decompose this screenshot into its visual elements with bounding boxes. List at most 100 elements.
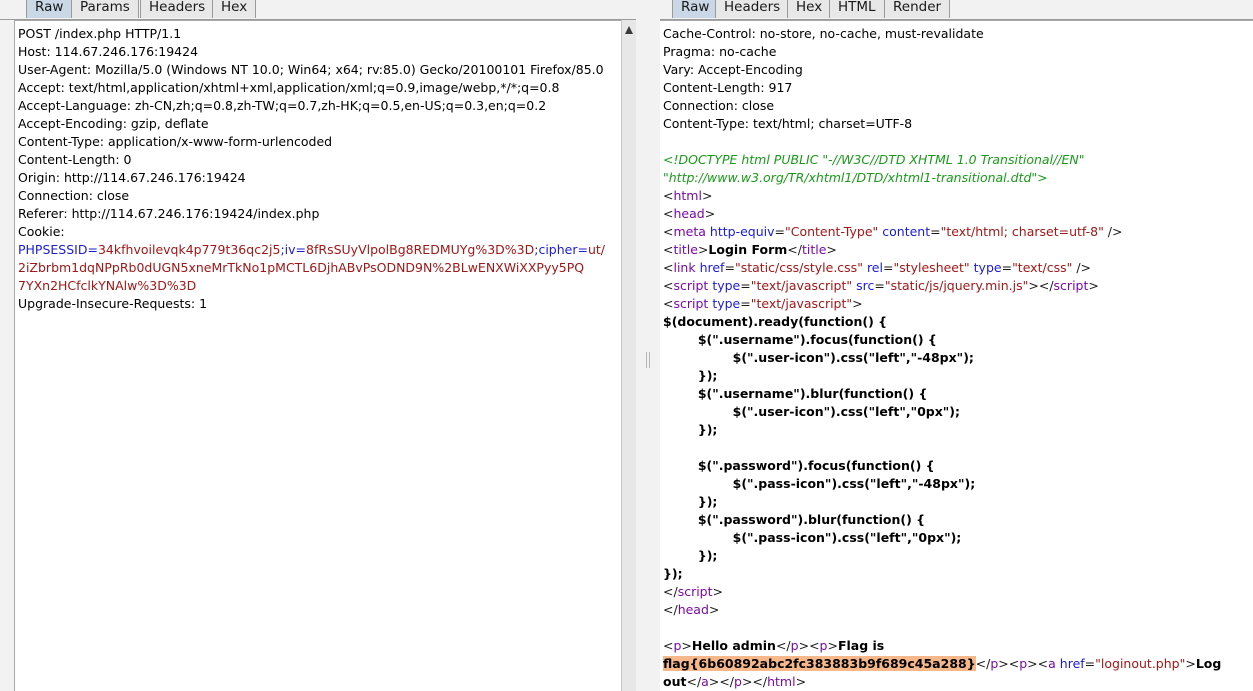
request-editor[interactable]: POST /index.php HTTP/1.1 Host: 114.67.24… <box>14 20 621 691</box>
code-token: </ <box>752 674 768 689</box>
split-divider-grip-icon[interactable] <box>646 352 650 368</box>
code-token: > <box>798 638 810 653</box>
code-token: "text/javascript" <box>750 296 853 311</box>
js-line: $(".password").focus(function() { <box>663 458 935 473</box>
code-token: > <box>741 674 753 689</box>
cookie-value-cipher-end: 7YXn2HCfclkYNAlw%3D%3D <box>18 278 197 293</box>
hello-text: Hello admin <box>691 638 776 653</box>
code-token: </ <box>686 674 702 689</box>
code-token: content <box>882 224 931 239</box>
code-token: > <box>852 296 863 311</box>
js-line: }); <box>663 368 718 383</box>
code-token: = <box>724 260 735 275</box>
code-token: html <box>673 188 702 203</box>
code-token: script <box>1053 278 1089 293</box>
code-token: a <box>1048 656 1056 671</box>
js-line: }); <box>663 548 718 563</box>
tab-request-headers[interactable]: Headers <box>140 0 215 18</box>
request-line: Accept: text/html,application/xhtml+xml,… <box>18 80 560 95</box>
code-token: < <box>663 188 674 203</box>
code-token: "loginout.php" <box>1095 656 1186 671</box>
code-token: < <box>663 224 674 239</box>
cookie-value-cipher: ut/ <box>587 242 606 257</box>
code-token: "static/js/jquery.min.js" <box>884 278 1029 293</box>
request-scrollbar[interactable] <box>621 20 636 691</box>
request-line: Host: 114.67.246.176:19424 <box>18 44 199 59</box>
request-line: Connection: close <box>18 188 130 203</box>
code-token: head <box>673 206 705 221</box>
title-tag-line: <title>Login Form</title> <box>663 241 1249 259</box>
response-header-line: Cache-Control: no-store, no-cache, must-… <box>663 26 984 41</box>
code-token: link <box>673 260 696 275</box>
js-line: $(".username").focus(function() { <box>663 332 937 347</box>
code-token: > <box>795 674 807 689</box>
tab-response-html[interactable]: HTML <box>829 0 885 18</box>
code-token: > <box>697 242 709 257</box>
code-token: = <box>882 260 894 275</box>
code-token: = <box>740 296 751 311</box>
js-line: $(document).ready(function() { <box>663 314 888 329</box>
code-token: > <box>708 602 720 617</box>
request-line: Accept-Encoding: gzip, deflate <box>18 116 209 131</box>
response-editor[interactable]: Cache-Control: no-store, no-cache, must-… <box>660 20 1253 691</box>
code-token: "Content-Type" <box>784 224 879 239</box>
code-token: </ <box>1038 278 1054 293</box>
tab-response-hex[interactable]: Hex <box>787 0 832 18</box>
code-token: script <box>677 584 713 599</box>
response-pane: Raw Headers Hex HTML Render Cache-Contro… <box>660 0 1253 691</box>
code-token: > <box>704 206 716 221</box>
code-token: src <box>856 278 875 293</box>
response-tabs: Raw Headers Hex HTML Render <box>660 0 1253 20</box>
code-token: p <box>790 638 799 653</box>
head-close-tag: </head> <box>663 601 1249 619</box>
code-token: > <box>681 638 692 653</box>
scroll-up-arrow-icon[interactable] <box>625 26 633 34</box>
response-header-line: Content-Length: 917 <box>663 80 793 95</box>
body-line-2: flag{6b60892abc2fc383883b9f689c45a288}</… <box>663 655 1249 673</box>
cookie-line-1: PHPSESSID=34kfhvoilevqk4p779t36qc2j5;iv=… <box>18 241 617 259</box>
cookie-eq: = <box>577 242 588 257</box>
tab-request-hex[interactable]: Hex <box>212 0 257 18</box>
tab-response-render[interactable]: Render <box>884 0 951 18</box>
js-line: $(".pass-icon").css("left","-48px"); <box>663 476 976 491</box>
code-token: "text/html; charset=utf-8" <box>940 224 1104 239</box>
code-token: html <box>767 674 796 689</box>
js-line: $(".user-icon").css("left","-48px"); <box>663 350 974 365</box>
response-header-line: Vary: Accept-Encoding <box>663 62 803 77</box>
code-token: </ <box>775 638 791 653</box>
request-gutter <box>0 20 14 691</box>
code-token: > <box>1088 278 1099 293</box>
tab-request-params[interactable]: Params <box>71 0 139 18</box>
tab-response-raw[interactable]: Raw <box>672 0 719 18</box>
code-token: </ <box>663 602 678 617</box>
code-token: > <box>1027 656 1038 671</box>
response-header-line: Connection: close <box>663 98 775 113</box>
meta-tag-line: <meta http-equiv="Content-Type" content=… <box>663 223 1249 241</box>
code-token: > <box>1028 278 1039 293</box>
code-token: > <box>826 242 837 257</box>
code-token: < <box>663 278 674 293</box>
code-token: /> <box>1072 260 1092 275</box>
tab-response-headers[interactable]: Headers <box>715 0 790 18</box>
code-token: = <box>774 224 785 239</box>
flag-label-text: Flag is <box>837 638 885 653</box>
cookie-value-phpsessid: 34kfhvoilevqk4p779t36qc2j5 <box>97 242 281 257</box>
request-pane: Raw Params Headers Hex POST /index.php H… <box>0 0 636 691</box>
cookie-name-iv: iv <box>284 242 296 257</box>
code-token: < <box>663 638 674 653</box>
code-token: < <box>1037 656 1049 671</box>
flag-highlight[interactable]: flag{6b60892abc2fc383883b9f689c45a288} <box>663 656 976 671</box>
code-token: script <box>673 278 709 293</box>
code-token: href <box>699 260 725 275</box>
code-token: type <box>712 296 741 311</box>
code-token: </ <box>719 674 734 689</box>
tab-request-raw[interactable]: Raw <box>26 0 73 18</box>
code-token: href <box>1059 656 1085 671</box>
cookie-eq: = <box>295 242 307 257</box>
request-tabs: Raw Params Headers Hex <box>0 0 636 20</box>
code-token: > <box>701 188 713 203</box>
cookie-name-cipher: cipher <box>538 242 578 257</box>
code-token: type <box>712 278 741 293</box>
